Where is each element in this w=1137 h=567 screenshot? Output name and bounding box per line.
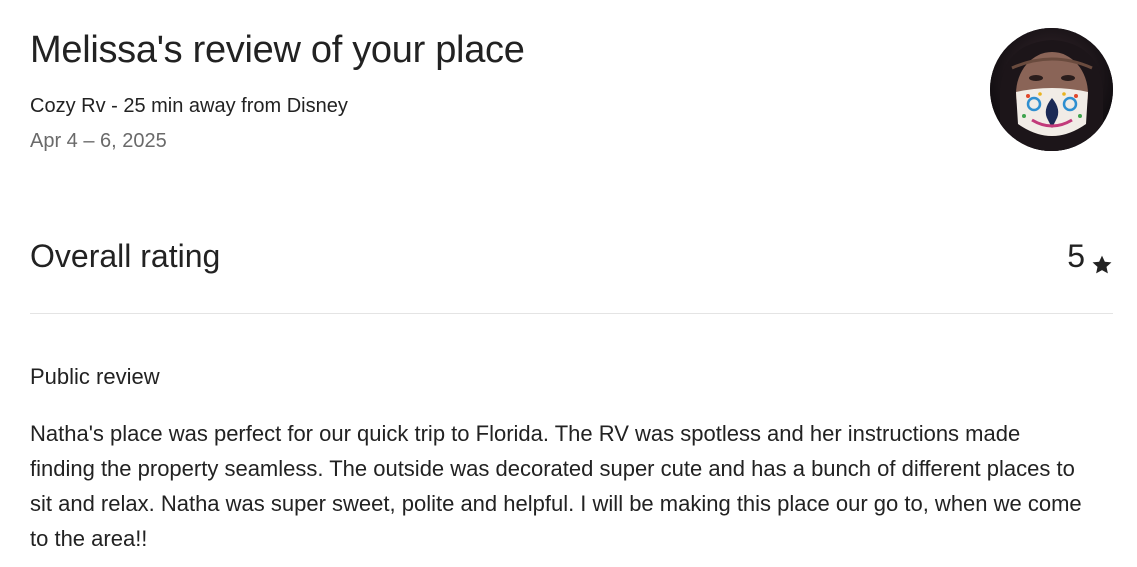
overall-rating-row: Overall rating 5 <box>30 190 1113 314</box>
stay-dates: Apr 4 – 6, 2025 <box>30 130 167 152</box>
overall-rating-value: 5 <box>1067 236 1113 276</box>
rating-number: 5 <box>1067 238 1085 274</box>
listing-name: Cozy Rv - 25 min away from Disney <box>30 95 348 117</box>
page-title: Melissa's review of your place <box>30 29 525 71</box>
guest-avatar[interactable] <box>990 28 1113 151</box>
review-page: Melissa's review of your place Cozy Rv -… <box>0 0 1137 567</box>
public-review-heading: Public review <box>30 364 160 389</box>
guest-avatar-photo <box>990 28 1113 151</box>
public-review-text: Natha's place was perfect for our quick … <box>30 421 1082 551</box>
review-header: Melissa's review of your place Cozy Rv -… <box>30 0 1113 190</box>
overall-rating-label: Overall rating <box>30 238 221 274</box>
star-icon <box>1091 245 1113 274</box>
